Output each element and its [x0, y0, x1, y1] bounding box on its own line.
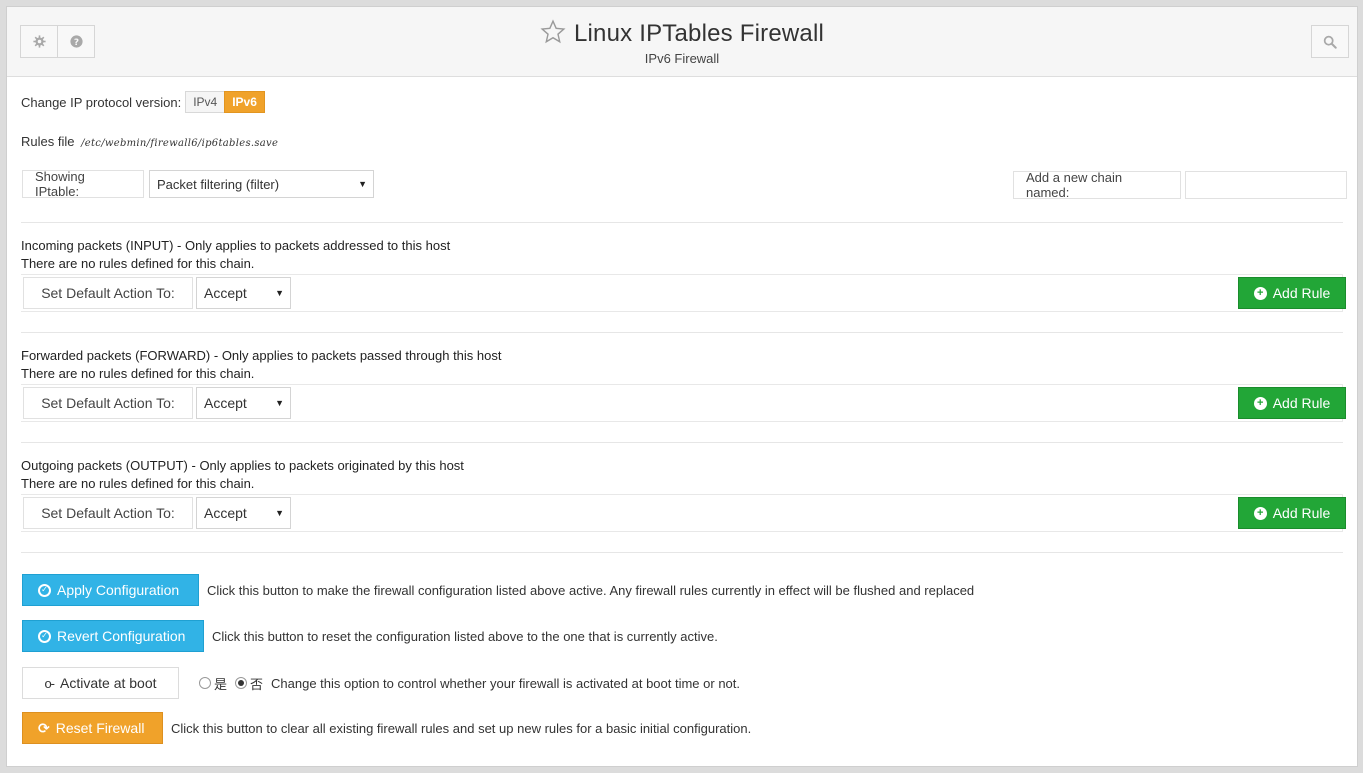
- chain-note: There are no rules defined for this chai…: [21, 366, 255, 381]
- page-header: ? Linux IPTables Firewall IPv6 Firewall: [7, 7, 1357, 77]
- rules-file-path: /etc/webmin/firewall6/ip6tables.save: [81, 138, 279, 149]
- apply-description: Click this button to make the firewall c…: [207, 582, 975, 598]
- chain-controls: Set Default Action To: Accept ▼ + Add Ru…: [21, 384, 1346, 422]
- rules-file-label: Rules file: [21, 134, 75, 149]
- boot-no-label: 否: [250, 676, 264, 692]
- toggle-icon: o-: [44, 675, 55, 691]
- plus-circle-icon: +: [1253, 286, 1267, 300]
- default-action-label: Set Default Action To:: [23, 387, 193, 419]
- chevron-down-icon: ▼: [275, 508, 284, 518]
- add-rule-label: Add Rule: [1272, 505, 1331, 521]
- reset-row: ⟳ Reset Firewall Click this button to cl…: [22, 712, 751, 744]
- rules-file-row: Rules file /etc/webmin/firewall6/ip6tabl…: [21, 134, 278, 149]
- add-rule-button[interactable]: + Add Rule: [1238, 497, 1346, 529]
- firewall-panel: ? Linux IPTables Firewall IPv6 Firewall: [6, 6, 1358, 767]
- plus-circle-icon: +: [1253, 506, 1267, 520]
- default-action-label: Set Default Action To:: [23, 277, 193, 309]
- chain-controls: Set Default Action To: Accept ▼ + Add Ru…: [21, 494, 1346, 532]
- iptable-select[interactable]: Packet filtering (filter) ▼: [149, 170, 374, 198]
- default-action-select[interactable]: Accept ▼: [196, 277, 291, 309]
- title-block: Linux IPTables Firewall IPv6 Firewall: [7, 19, 1357, 66]
- new-chain-label: Add a new chain named:: [1013, 170, 1181, 200]
- apply-configuration-button[interactable]: ✓ Apply Configuration: [22, 574, 199, 606]
- favorite-star-icon[interactable]: [540, 19, 566, 48]
- add-rule-label: Add Rule: [1272, 285, 1331, 301]
- chevron-down-icon: ▼: [358, 179, 367, 189]
- reset-label: Reset Firewall: [55, 720, 145, 736]
- iptable-row: Showing IPtable: Packet filtering (filte…: [22, 169, 374, 199]
- page-subtitle: IPv6 Firewall: [644, 51, 720, 66]
- boot-yes-radio[interactable]: 是: [199, 674, 227, 693]
- add-rule-button[interactable]: + Add Rule: [1238, 387, 1346, 419]
- add-rule-button[interactable]: + Add Rule: [1238, 277, 1346, 309]
- default-action-select[interactable]: Accept ▼: [196, 387, 291, 419]
- boot-radio-group: 是 否: [199, 674, 263, 693]
- default-action-value: Accept: [204, 505, 247, 521]
- boot-no-radio[interactable]: 否: [235, 674, 263, 693]
- boot-description: Change this option to control whether yo…: [271, 675, 741, 691]
- plus-circle-icon: +: [1253, 396, 1267, 410]
- boot-row: o- Activate at boot 是 否 Change this opti…: [22, 667, 740, 699]
- chain-note: There are no rules defined for this chai…: [21, 256, 255, 271]
- apply-row: ✓ Apply Configuration Click this button …: [22, 574, 974, 606]
- default-action-select[interactable]: Accept ▼: [196, 497, 291, 529]
- boot-yes-label: 是: [214, 676, 228, 692]
- new-chain-row: Add a new chain named:: [1013, 170, 1347, 200]
- default-action-value: Accept: [204, 285, 247, 301]
- new-chain-input[interactable]: [1185, 171, 1347, 199]
- divider: [21, 332, 1343, 333]
- check-circle-icon: ✓: [38, 583, 51, 597]
- protocol-label: Change IP protocol version:: [21, 94, 182, 110]
- radio-icon: [199, 677, 211, 689]
- revert-configuration-button[interactable]: ✓ Revert Configuration: [22, 620, 204, 652]
- search-icon: [1323, 35, 1337, 49]
- reset-description: Click this button to clear all existing …: [171, 720, 752, 736]
- revert-description: Click this button to reset the configura…: [212, 628, 718, 644]
- chain-title: Forwarded packets (FORWARD) - Only appli…: [21, 348, 502, 363]
- iptable-label: Showing IPtable:: [22, 169, 144, 199]
- revert-label: Revert Configuration: [57, 628, 186, 644]
- radio-checked-icon: [235, 677, 248, 689]
- apply-label: Apply Configuration: [57, 582, 180, 598]
- ipv4-toggle[interactable]: IPv4: [185, 91, 226, 113]
- boot-label: Activate at boot: [60, 675, 157, 691]
- divider: [21, 552, 1343, 553]
- chevron-down-icon: ▼: [275, 398, 284, 408]
- protocol-switch: IPv4 IPv6: [185, 91, 265, 113]
- revert-row: ✓ Revert Configuration Click this button…: [22, 620, 718, 652]
- default-action-label: Set Default Action To:: [23, 497, 193, 529]
- reset-firewall-button[interactable]: ⟳ Reset Firewall: [22, 712, 163, 744]
- chain-title: Outgoing packets (OUTPUT) - Only applies…: [21, 458, 464, 473]
- activate-at-boot-button[interactable]: o- Activate at boot: [22, 667, 179, 699]
- iptable-select-value: Packet filtering (filter): [157, 176, 280, 192]
- add-rule-label: Add Rule: [1272, 395, 1331, 411]
- chain-title: Incoming packets (INPUT) - Only applies …: [21, 238, 451, 253]
- chain-output: Outgoing packets (OUTPUT) - Only applies…: [21, 457, 1346, 532]
- divider: [21, 222, 1343, 223]
- refresh-icon: ⟳: [38, 719, 50, 736]
- default-action-value: Accept: [204, 395, 247, 411]
- chevron-down-icon: ▼: [275, 288, 284, 298]
- chain-note: There are no rules defined for this chai…: [21, 476, 255, 491]
- protocol-row: Change IP protocol version: IPv4 IPv6: [21, 91, 265, 113]
- divider: [21, 442, 1343, 443]
- chain-controls: Set Default Action To: Accept ▼ + Add Ru…: [21, 274, 1346, 312]
- page-title: Linux IPTables Firewall: [573, 19, 825, 47]
- check-circle-icon: ✓: [38, 629, 51, 643]
- ipv6-toggle[interactable]: IPv6: [224, 91, 265, 113]
- search-button[interactable]: [1311, 25, 1349, 58]
- chain-forward: Forwarded packets (FORWARD) - Only appli…: [21, 347, 1346, 422]
- chain-input: Incoming packets (INPUT) - Only applies …: [21, 237, 1346, 312]
